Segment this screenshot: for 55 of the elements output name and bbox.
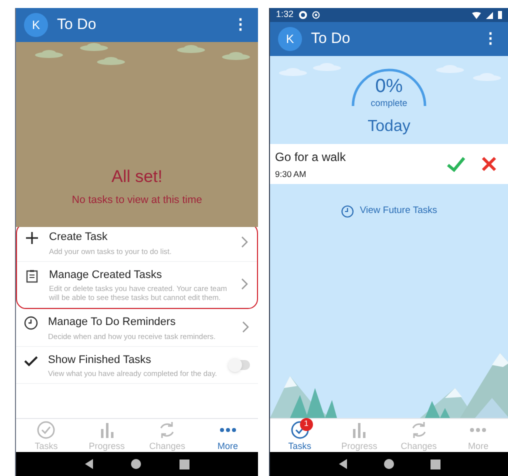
app-title: To Do: [57, 14, 98, 35]
cloud-icon: [278, 68, 308, 76]
empty-message: No tasks to view at this time: [72, 193, 202, 208]
menu-button[interactable]: ⋮: [481, 28, 500, 50]
close-icon[interactable]: [481, 156, 497, 172]
cloud-icon: [472, 73, 502, 81]
avatar: K: [278, 27, 302, 51]
menu-button[interactable]: ⋮: [231, 14, 250, 36]
item-title: Manage To Do Reminders: [48, 315, 177, 330]
nav-tab[interactable]: 1 Tasks: [270, 419, 330, 452]
check-circle-icon: [36, 420, 56, 440]
nav-tab[interactable]: More: [198, 419, 258, 452]
clock-icon: [24, 316, 38, 330]
wifi-icon: [472, 12, 481, 18]
avatar: K: [24, 13, 48, 37]
back-icon: [338, 458, 348, 470]
task-time: 9:30 AM: [275, 168, 308, 180]
cloud-icon: [34, 50, 64, 58]
more-icon: [470, 428, 486, 432]
future-tasks-link[interactable]: View Future Tasks: [340, 204, 438, 218]
app-title: To Do: [311, 28, 352, 49]
chevron-right-icon: [242, 321, 250, 334]
home-icon: [382, 458, 394, 470]
more-icon: [220, 428, 236, 432]
chevron-right-icon: [241, 236, 249, 248]
clipboard-icon: [25, 268, 39, 282]
section-title: Today: [368, 117, 410, 137]
back-icon: [84, 458, 94, 470]
badge: 1: [300, 418, 313, 431]
cloud-icon: [221, 52, 251, 60]
signal-icon: [486, 12, 493, 18]
plus-icon: [25, 231, 39, 245]
item-title: Show Finished Tasks: [48, 352, 152, 368]
item-title: Create Task: [49, 230, 108, 245]
cloud-icon: [176, 45, 206, 53]
home-icon: [130, 458, 142, 470]
empty-title: All set!: [111, 166, 163, 188]
cloud-icon: [435, 65, 465, 73]
item-title: Manage Created Tasks: [49, 268, 163, 282]
progress-caption: complete: [370, 96, 408, 110]
battery-icon: [498, 11, 502, 19]
cloud-icon: [312, 63, 342, 71]
recents-icon: [178, 458, 190, 470]
check-circle-icon: [290, 420, 310, 440]
recents-icon: [430, 458, 440, 470]
chevron-right-icon: [241, 278, 249, 290]
cloud-icon: [79, 43, 109, 51]
clock-icon: [340, 204, 354, 218]
toggle-switch[interactable]: [228, 360, 250, 370]
checkmark-icon[interactable]: [446, 156, 466, 172]
cloud-icon: [96, 57, 126, 65]
check-icon: [24, 354, 38, 368]
progress-percent: 0%: [375, 76, 403, 96]
task-title: Go for a walk: [275, 148, 347, 166]
status-time: 1:32: [276, 8, 294, 22]
